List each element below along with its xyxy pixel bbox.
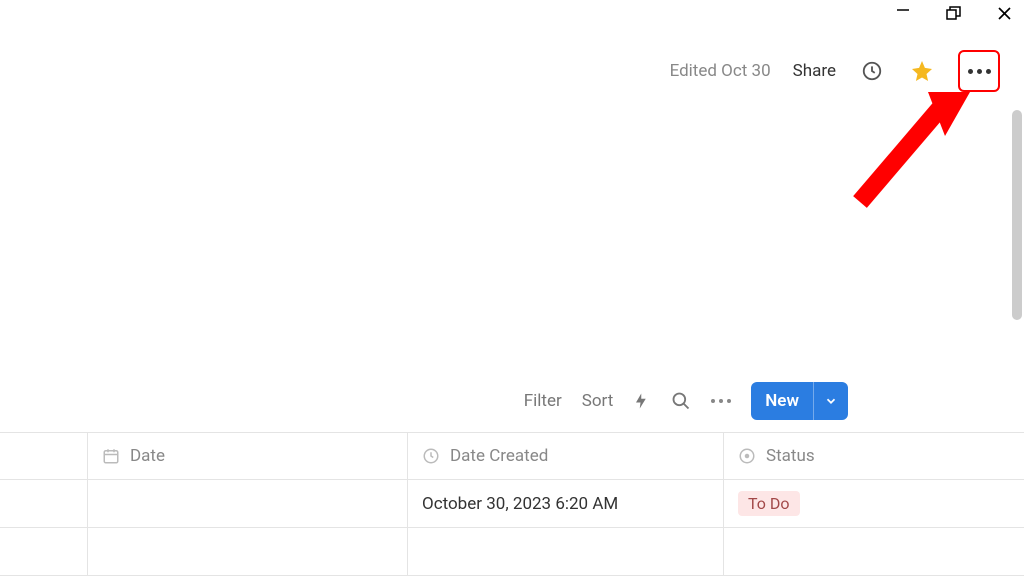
status-badge: To Do <box>738 491 800 516</box>
data-table: Date Date Created Status October 30, 202… <box>0 432 1024 576</box>
column-header-status[interactable]: Status <box>724 433 1024 479</box>
cell-date[interactable] <box>88 480 408 527</box>
row-handle <box>0 480 88 527</box>
column-header-label: Date Created <box>450 446 548 466</box>
window-controls <box>896 6 1012 25</box>
sort-button[interactable]: Sort <box>582 391 614 411</box>
new-button-label: New <box>751 391 813 411</box>
new-button[interactable]: New <box>751 382 848 420</box>
table-header-row: Date Date Created Status <box>0 432 1024 480</box>
search-icon[interactable] <box>671 391 691 411</box>
annotation-arrow <box>830 92 970 216</box>
table-row[interactable]: October 30, 2023 6:20 AM To Do <box>0 480 1024 528</box>
share-button[interactable]: Share <box>793 61 836 81</box>
minimize-button[interactable] <box>896 3 910 21</box>
table-header-handle <box>0 433 88 479</box>
more-options-button[interactable] <box>958 50 1000 92</box>
filter-button[interactable]: Filter <box>524 391 562 411</box>
view-more-icon[interactable] <box>711 399 731 403</box>
cell-date-created[interactable]: October 30, 2023 6:20 AM <box>408 480 724 527</box>
column-header-label: Status <box>766 446 815 466</box>
calendar-icon <box>102 447 120 465</box>
table-row-empty[interactable] <box>0 528 1024 576</box>
view-toolbar: Filter Sort New <box>524 382 848 420</box>
automation-icon[interactable] <box>633 392 651 410</box>
column-header-label: Date <box>130 446 165 466</box>
new-dropdown-icon[interactable] <box>813 382 848 420</box>
maximize-button[interactable] <box>946 6 961 25</box>
column-header-date[interactable]: Date <box>88 433 408 479</box>
status-icon <box>738 447 756 465</box>
close-button[interactable] <box>997 6 1012 25</box>
star-icon[interactable] <box>908 57 936 85</box>
clock-icon <box>422 447 440 465</box>
history-icon[interactable] <box>858 57 886 85</box>
column-header-date-created[interactable]: Date Created <box>408 433 724 479</box>
page-topbar: Edited Oct 30 Share <box>670 50 1000 92</box>
cell-status[interactable]: To Do <box>724 480 1024 527</box>
scrollbar[interactable] <box>1012 110 1022 320</box>
edited-timestamp: Edited Oct 30 <box>670 61 771 81</box>
